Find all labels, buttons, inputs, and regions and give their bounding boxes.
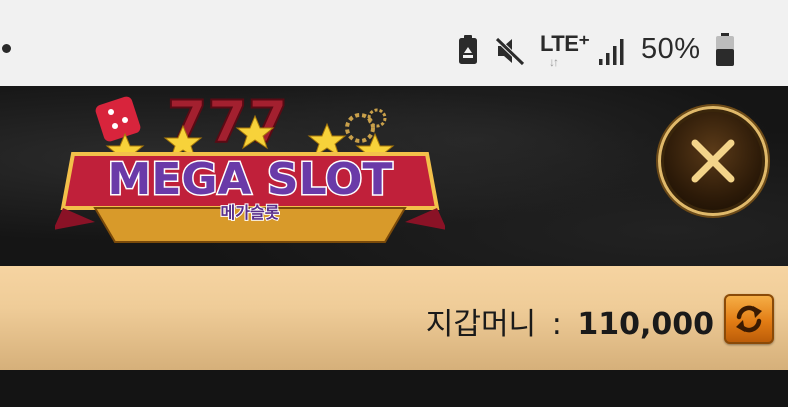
wallet-separator: : bbox=[551, 307, 562, 342]
recycle-icon bbox=[459, 35, 477, 64]
notification-dot bbox=[2, 44, 11, 53]
data-activity-icon: ↓↑ bbox=[549, 55, 559, 69]
dice-icon bbox=[95, 96, 141, 142]
refresh-button[interactable] bbox=[724, 294, 774, 344]
wallet-balance: 지갑머니 : 110,000 bbox=[426, 299, 714, 343]
close-x-icon bbox=[691, 139, 735, 183]
game-header: 777 MEGA SLOT 메가슬롯 bbox=[0, 86, 788, 266]
logo-title: MEGA SLOT bbox=[108, 154, 393, 205]
lte-plus-icon: LTE⁺ ↓↑ bbox=[540, 31, 592, 71]
logo-subtitle: 메가슬롯 bbox=[221, 203, 280, 222]
mega-slot-logo: 777 MEGA SLOT 메가슬롯 bbox=[55, 90, 445, 243]
wallet-bar: 지갑머니 : 110,000 bbox=[0, 266, 788, 370]
wallet-label: 지갑머니 bbox=[425, 307, 537, 342]
status-bar: LTE⁺ ↓↑ 50% bbox=[0, 0, 788, 86]
wallet-amount: 110,000 bbox=[577, 307, 714, 342]
network-type: LTE⁺ bbox=[540, 31, 590, 56]
battery-percent: 50% bbox=[641, 33, 701, 65]
close-button[interactable] bbox=[658, 106, 768, 216]
refresh-icon bbox=[736, 305, 762, 333]
content-area bbox=[0, 370, 788, 407]
mute-icon bbox=[495, 37, 525, 66]
battery-icon bbox=[716, 33, 734, 66]
signal-icon bbox=[599, 39, 624, 65]
